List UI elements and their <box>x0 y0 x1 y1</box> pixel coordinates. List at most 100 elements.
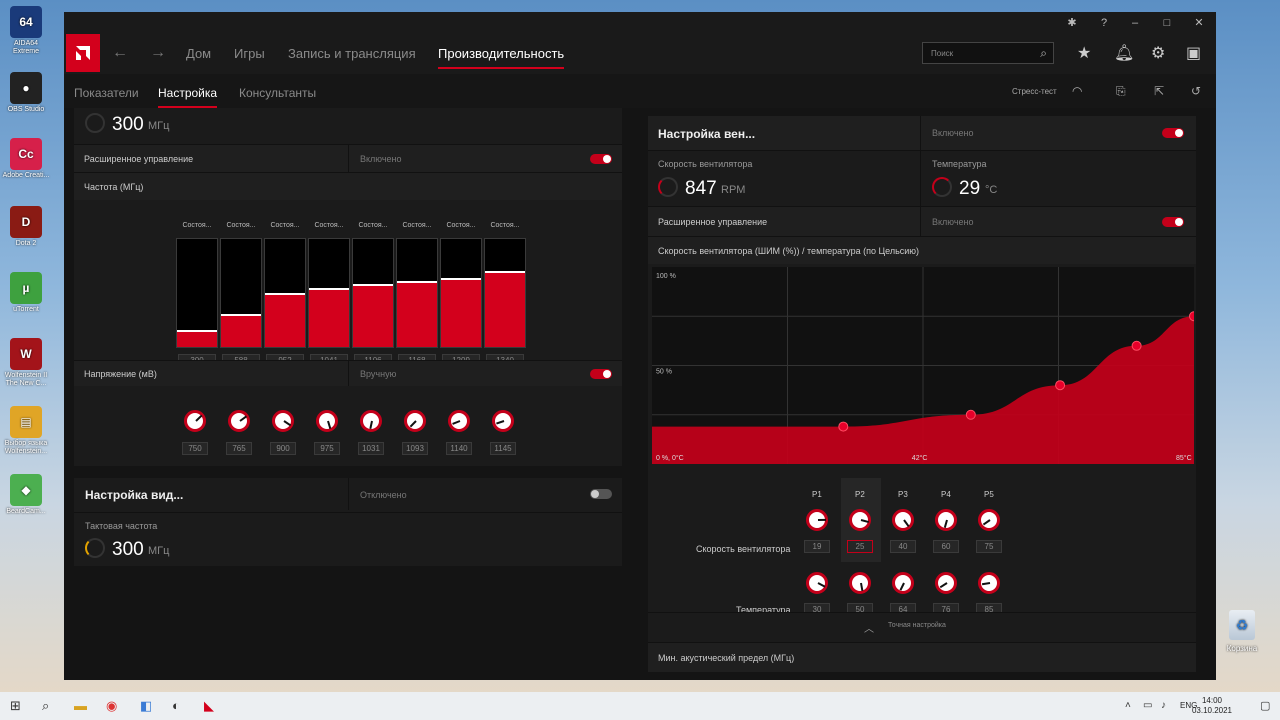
fan-curve-chart[interactable]: 100 % 50 % 0 %, 0°C 42°C 85°C <box>652 267 1194 464</box>
reset-icon[interactable]: ↺ <box>1191 84 1201 98</box>
freq-state-bar[interactable] <box>176 238 218 348</box>
desktop-icon[interactable]: µ uTorrent <box>2 272 50 314</box>
steam-icon[interactable]: ◐ <box>172 698 180 713</box>
fan-speed-value-box[interactable]: 60 <box>933 540 959 553</box>
fan-temp-knob[interactable] <box>978 572 1000 594</box>
voltage-value-box[interactable]: 1093 <box>402 442 428 455</box>
voltage-knob[interactable] <box>272 410 294 432</box>
chrome-icon[interactable]: ◉ <box>106 698 117 714</box>
forward-arrow-icon[interactable]: → <box>150 44 166 62</box>
window-layout-icon[interactable]: ▣ <box>1186 43 1201 63</box>
nav-games[interactable]: Игры <box>234 46 265 61</box>
fan-speed-knob[interactable] <box>978 509 1000 531</box>
voltage-knob[interactable] <box>448 410 470 432</box>
search-icon[interactable]: ⌕ <box>42 698 49 714</box>
fan-speed-knob[interactable] <box>892 509 914 531</box>
fan-temp-label: Температура <box>932 159 987 169</box>
bell-icon[interactable]: 🔔︎ <box>1114 43 1134 63</box>
clock[interactable]: 14:00 03.10.2021 <box>1192 696 1232 716</box>
export-icon[interactable]: ⇱ <box>1154 84 1164 98</box>
voltage-knob[interactable] <box>360 410 382 432</box>
voltage-knob[interactable] <box>316 410 338 432</box>
app-icon[interactable]: ◧ <box>140 698 152 714</box>
volume-icon[interactable]: ♪ <box>1161 700 1166 711</box>
fan-speed-value-box[interactable]: 40 <box>890 540 916 553</box>
fan-temp-knob[interactable] <box>849 572 871 594</box>
knob-pointer <box>981 582 991 586</box>
notifications-icon[interactable]: ▢ <box>1260 699 1270 712</box>
voltage-knob[interactable] <box>492 410 514 432</box>
amd-logo[interactable] <box>66 34 100 72</box>
vram-toggle[interactable] <box>590 489 612 499</box>
fan-temp-knob[interactable] <box>806 572 828 594</box>
voltage-knob[interactable] <box>184 410 206 432</box>
freq-state-bar[interactable] <box>352 238 394 348</box>
voltage-value-box[interactable]: 750 <box>182 442 208 455</box>
nav-performance[interactable]: Производительность <box>438 46 565 69</box>
back-arrow-icon[interactable]: ← <box>112 44 128 62</box>
gpu-advanced-toggle[interactable] <box>590 154 612 164</box>
fan-temp-knob[interactable] <box>892 572 914 594</box>
fan-speed-value-box[interactable]: 75 <box>976 540 1002 553</box>
fan-temp-knob[interactable] <box>935 572 957 594</box>
desktop-icon[interactable]: ● OBS Studio <box>2 72 50 114</box>
fan-speed-value-box[interactable]: 25 <box>847 540 873 553</box>
help-icon[interactable]: ? <box>1097 16 1111 30</box>
freq-state-bar[interactable] <box>220 238 262 348</box>
minimize-button[interactable]: – <box>1128 16 1142 30</box>
voltage-value-box[interactable]: 975 <box>314 442 340 455</box>
voltage-value-box[interactable]: 1145 <box>490 442 516 455</box>
fan-speed-knob[interactable] <box>935 509 957 531</box>
close-button[interactable]: ✕ <box>1192 16 1206 30</box>
voltage-value-box[interactable]: 1140 <box>446 442 472 455</box>
freq-state-bar[interactable] <box>396 238 438 348</box>
save-profile-icon[interactable]: ⎘ <box>1116 84 1126 99</box>
desktop-icon[interactable]: ◆ BeardCam... <box>2 474 50 516</box>
voltage-knob[interactable] <box>228 410 250 432</box>
voltage-value-box[interactable]: 765 <box>226 442 252 455</box>
desktop-icon[interactable]: Cc Adobe Creati... <box>2 138 50 180</box>
voltage-value-box[interactable]: 900 <box>270 442 296 455</box>
vram-clock-value: 300 <box>112 539 144 560</box>
amd-taskbar-icon[interactable]: ◣ <box>204 698 214 714</box>
windows-start-icon[interactable]: ⊞ <box>10 698 21 714</box>
fan-toggle[interactable] <box>1162 128 1184 138</box>
tab-metrics[interactable]: Показатели <box>74 86 139 100</box>
freq-state-bar[interactable] <box>440 238 482 348</box>
fan-speed-value-box[interactable]: 19 <box>804 540 830 553</box>
fan-curve-point[interactable] <box>838 421 849 432</box>
nav-recording[interactable]: Запись и трансляция <box>288 46 416 61</box>
speedometer-icon[interactable]: ◠ <box>1072 84 1082 98</box>
file-explorer-icon[interactable]: ▬ <box>74 698 87 713</box>
fan-speed-knob[interactable] <box>806 509 828 531</box>
fine-tune-row[interactable]: ︿ Точная настройка <box>648 612 1196 638</box>
fan-speed-knob[interactable] <box>849 509 871 531</box>
desktop-icon[interactable]: ▤ Выбор языка Wolfenstein... <box>2 406 50 456</box>
voltage-toggle[interactable] <box>590 369 612 379</box>
fan-curve-point[interactable] <box>965 409 976 420</box>
freq-state-bar[interactable] <box>308 238 350 348</box>
nav-home[interactable]: Дом <box>186 46 211 61</box>
star-icon[interactable]: ★ <box>1077 43 1091 63</box>
tab-advisors[interactable]: Консультанты <box>239 86 316 100</box>
tab-tuning[interactable]: Настройка <box>158 86 218 108</box>
search-input[interactable]: Поиск ⌕ <box>922 42 1054 64</box>
fan-curve-point[interactable] <box>1189 311 1195 322</box>
fan-advanced-toggle[interactable] <box>1162 217 1184 227</box>
gear-icon[interactable]: ⚙ <box>1151 43 1165 63</box>
freq-state-bar[interactable] <box>264 238 306 348</box>
desktop-icon[interactable]: W Wolfenstein II The New C... <box>2 338 50 388</box>
tray-chevron-icon[interactable]: ˄ <box>1125 700 1131 711</box>
voltage-knob[interactable] <box>404 410 426 432</box>
stress-test-label[interactable]: Стресс-тест <box>1012 87 1057 96</box>
maximize-button[interactable]: □ <box>1160 16 1174 30</box>
freq-state-bar[interactable] <box>484 238 526 348</box>
desktop-icon[interactable]: D Dota 2 <box>2 206 50 248</box>
voltage-value-box[interactable]: 1031 <box>358 442 384 455</box>
bug-report-icon[interactable]: ✱ <box>1065 16 1079 30</box>
desktop-icon[interactable]: 64 AIDA64 Extreme <box>2 6 50 56</box>
recycle-bin-icon[interactable]: ♻ Корзина <box>1222 610 1262 653</box>
fan-curve-point[interactable] <box>1055 380 1066 391</box>
fan-curve-point[interactable] <box>1131 340 1142 351</box>
network-icon[interactable]: ▭ <box>1143 700 1152 711</box>
